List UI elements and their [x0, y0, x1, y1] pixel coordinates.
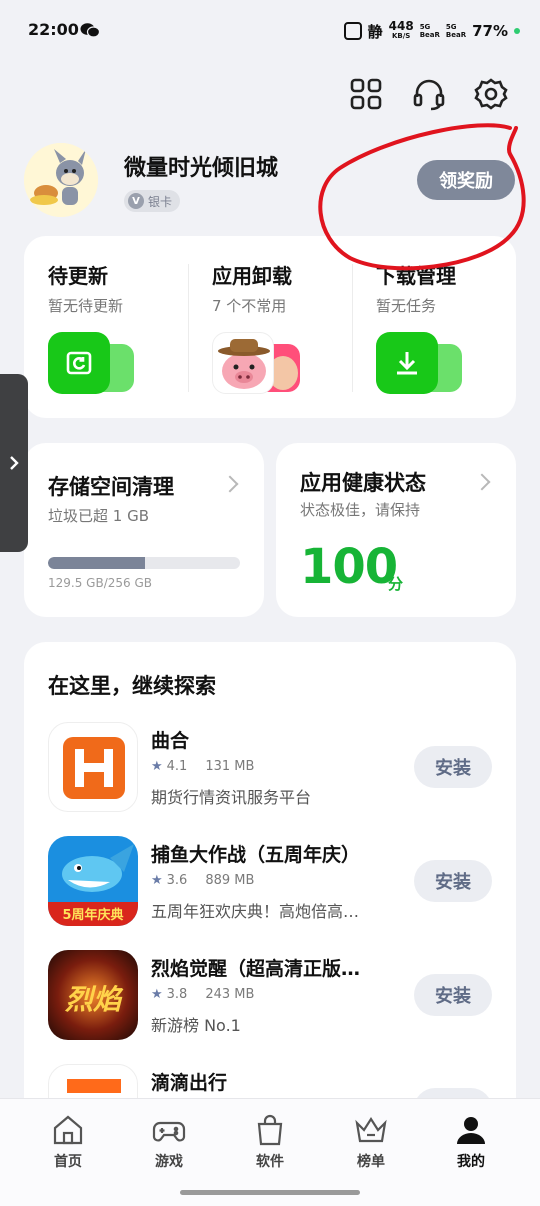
fire-icon-caption: 烈焰 — [64, 983, 121, 1016]
storage-cleanup-card[interactable]: 存储空间清理 垃圾已超 1 GB 129.5 GB/256 GB — [24, 443, 264, 617]
storage-progress-fill — [48, 557, 146, 569]
quick-actions-card: 待更新 暂无待更新 应用卸载 7 个不常用 下载管理 暂无任务 — [24, 236, 516, 418]
nav-home[interactable]: 首页 — [28, 1113, 108, 1171]
download-icon — [376, 332, 464, 394]
battery-level: 77% — [472, 22, 508, 40]
profile-name: 微量时光倾旧城 — [124, 156, 279, 181]
headset-icon[interactable] — [407, 72, 451, 116]
gamepad-icon — [152, 1121, 186, 1142]
app-list-item[interactable]: 5周年庆典 捕鱼大作战（五周年庆） ★ 3.6 889 MB 五周年狂欢庆典！高… — [48, 836, 492, 932]
fishing-game-icon: 5周年庆典 — [48, 836, 138, 926]
nav-games[interactable]: 游戏 — [129, 1113, 209, 1171]
star-icon: ★ — [151, 873, 163, 888]
health-score-unit: 分 — [388, 575, 404, 593]
storage-subtitle: 垃圾已超 1 GB — [48, 507, 149, 525]
settings-gear-icon[interactable] — [469, 72, 513, 116]
chevron-right-icon — [10, 456, 19, 470]
star-icon: ★ — [151, 987, 163, 1002]
nav-rankings[interactable]: 榜单 — [331, 1113, 411, 1171]
install-button[interactable]: 安装 — [414, 974, 492, 1016]
home-icon — [53, 1115, 83, 1145]
app-list-item[interactable]: 烈焰 烈焰觉醒（超高清正版… ★ 3.8 243 MB 新游榜 No.1 安装 — [48, 950, 492, 1046]
v-badge-icon: V — [128, 193, 144, 209]
nfc-icon — [343, 22, 362, 40]
app-list-item[interactable]: 曲合 ★ 4.1 131 MB 期货行情资讯服务平台 安装 — [48, 722, 492, 818]
nav-mine[interactable]: 我的 — [431, 1113, 511, 1171]
shopping-bag-icon — [257, 1114, 283, 1146]
explore-title: 在这里，继续探索 — [48, 674, 216, 698]
health-score: 100 — [300, 539, 398, 595]
apps-grid-icon[interactable] — [344, 72, 388, 116]
mute-indicator: 静 — [367, 22, 383, 41]
sim1-signal: 5G BeaR — [419, 23, 440, 39]
status-time: 22:00 — [28, 20, 79, 39]
install-button[interactable]: 安装 — [414, 746, 492, 788]
fish-icon-caption: 5周年庆典 — [62, 908, 124, 923]
update-icon — [48, 332, 136, 394]
storage-usage: 129.5 GB/256 GB — [48, 576, 152, 590]
membership-badge[interactable]: V 银卡 — [124, 190, 181, 212]
privacy-dot — [514, 28, 520, 34]
wechat-icon — [80, 23, 100, 38]
health-subtitle: 状态极佳，请保持 — [300, 501, 421, 519]
avatar[interactable] — [24, 143, 98, 217]
person-icon — [457, 1117, 485, 1144]
nav-software[interactable]: 软件 — [230, 1113, 310, 1171]
status-indicators: 静 448 KB/S 5G BeaR 5G BeaR 77% — [343, 18, 520, 44]
star-icon: ★ — [151, 759, 163, 774]
quick-uninstall[interactable]: 应用卸载 7 个不常用 — [188, 236, 352, 418]
status-bar: 22:00 静 448 KB/S 5G BeaR 5G BeaR 77% — [0, 0, 540, 62]
chevron-right-icon — [221, 475, 239, 493]
unused-apps-icons — [212, 332, 308, 398]
chevron-right-icon — [473, 473, 491, 491]
install-button[interactable]: 安装 — [414, 860, 492, 902]
storage-progress-bar — [48, 557, 240, 569]
app-health-card[interactable]: 应用健康状态 状态极佳，请保持 100 分 — [276, 443, 516, 617]
side-drawer-handle[interactable] — [0, 374, 28, 552]
flame-game-icon: 烈焰 — [48, 950, 138, 1040]
quick-downloads[interactable]: 下载管理 暂无任务 — [352, 236, 516, 418]
storage-title: 存储空间清理 — [48, 475, 174, 499]
claim-reward-button[interactable]: 领奖励 — [417, 160, 515, 200]
quhe-app-icon — [48, 722, 138, 812]
quick-update[interactable]: 待更新 暂无待更新 — [24, 236, 188, 418]
net-speed: 448 KB/S — [388, 19, 414, 40]
crown-icon — [355, 1116, 387, 1143]
sim2-signal: 5G BeaR — [445, 23, 467, 39]
health-title: 应用健康状态 — [300, 471, 426, 495]
home-indicator — [180, 1190, 360, 1195]
